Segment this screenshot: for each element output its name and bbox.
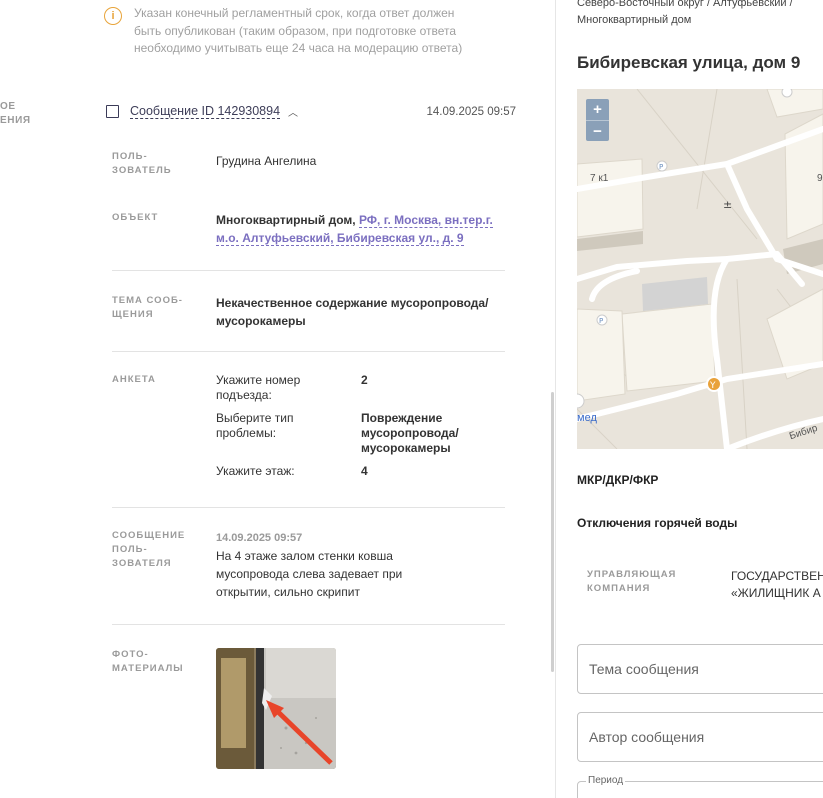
- object-value: Многоквартирный дом, РФ, г. Москва, вн.т…: [216, 211, 496, 247]
- author-input[interactable]: Автор сообщения: [577, 712, 823, 762]
- user-message-label: СООБЩЕНИЕ ПОЛЬ- ЗОВАТЕЛЯ: [112, 530, 186, 569]
- map[interactable]: P P ± Y + − 7 к1 9 Бибир мед: [577, 89, 823, 449]
- svg-text:±: ±: [723, 198, 732, 211]
- survey-label: АНКЕТА: [112, 374, 156, 385]
- svg-text:P: P: [659, 163, 663, 171]
- user-message-text: На 4 этаже залом стенки ковша мусопровод…: [216, 549, 403, 599]
- zoom-in-button[interactable]: +: [586, 99, 609, 120]
- company-label: УПРАВЛЯЮЩАЯ КОМПАНИЯ: [587, 569, 677, 594]
- period-field[interactable]: Период: [577, 775, 823, 798]
- object-type: Многоквартирный дом,: [216, 213, 356, 227]
- message-id-toggle[interactable]: Сообщение ID 142930894: [130, 104, 281, 119]
- scrollbar[interactable]: [551, 392, 554, 672]
- address-title: Бибиревская улица, дом 9: [577, 53, 801, 72]
- company-value: ГОСУДАРСТВЕН «ЖИЛИЩНИК А: [731, 568, 823, 602]
- company-value-line-1: ГОСУДАРСТВЕН: [731, 569, 823, 583]
- clipped-side-label: ОЕ ЕНИЯ: [0, 100, 31, 128]
- message-header: Сообщение ID 142930894 ︿ 14.09.2025 09:5…: [106, 104, 516, 119]
- topic-field: ТЕМА СООБ- ЩЕНИЯ Некачественное содержан…: [112, 294, 505, 330]
- mkr-section-title: МКР/ДКР/ФКР: [577, 473, 659, 487]
- hot-water-section-title: Отключения горячей воды: [577, 516, 738, 530]
- map-building-label: 7 к1: [590, 173, 609, 184]
- company-field: УПРАВЛЯЮЩАЯ КОМПАНИЯ ГОСУДАРСТВЕН «ЖИЛИЩ…: [587, 568, 823, 602]
- survey-question: Выберите тип проблемы:: [216, 411, 294, 440]
- clipped-label-line-1: ОЕ: [0, 101, 16, 112]
- survey-question: Укажите этаж:: [216, 464, 295, 478]
- message-date: 14.09.2025 09:57: [426, 105, 516, 118]
- zoom-out-button[interactable]: −: [586, 120, 609, 141]
- survey-field: АНКЕТА Укажите номер подъезда: 2 Выберит…: [112, 373, 505, 479]
- map-attribution-link[interactable]: мед: [577, 412, 597, 424]
- topic-value: Некачественное содержание мусоропровода/…: [216, 296, 489, 328]
- object-label: ОБЪЕКТ: [112, 212, 159, 223]
- photo-field: ФОТО- МАТЕРИАЛЫ: [112, 648, 505, 769]
- message-checkbox[interactable]: [106, 105, 119, 118]
- topic-input[interactable]: Тема сообщения: [577, 644, 823, 694]
- separator: [112, 351, 505, 352]
- clipped-label-line-2: ЕНИЯ: [0, 115, 31, 126]
- deadline-notice: i Указан конечный регламентный срок, ког…: [104, 5, 464, 58]
- topic-label: ТЕМА СООБ- ЩЕНИЯ: [112, 295, 183, 320]
- user-field: ПОЛЬ- ЗОВАТЕЛЬ Грудина Ангелина: [112, 150, 505, 178]
- separator: [112, 624, 505, 625]
- map-zoom-controls: + −: [586, 99, 609, 141]
- survey-answer: 2: [361, 373, 368, 387]
- user-message-field: СООБЩЕНИЕ ПОЛЬ- ЗОВАТЕЛЯ 14.09.2025 09:5…: [112, 529, 505, 601]
- chevron-up-icon[interactable]: ︿: [288, 104, 298, 119]
- separator: [112, 270, 505, 271]
- period-label: Период: [586, 775, 626, 786]
- company-value-line-2: «ЖИЛИЩНИК А: [731, 586, 821, 600]
- svg-text:Y: Y: [709, 381, 716, 391]
- author-input-placeholder: Автор сообщения: [589, 729, 705, 745]
- info-icon: i: [104, 7, 122, 25]
- panel-divider: [555, 0, 556, 798]
- notice-text: Указан конечный регламентный срок, когда…: [134, 6, 463, 55]
- separator: [112, 507, 505, 508]
- topic-input-placeholder: Тема сообщения: [589, 661, 699, 677]
- user-value: Грудина Ангелина: [216, 154, 317, 168]
- user-message-timestamp: 14.09.2025 09:57: [216, 532, 303, 544]
- survey-answer: Повреждение мусоропровода/ мусорокамеры: [361, 411, 459, 455]
- user-label: ПОЛЬ- ЗОВАТЕЛЬ: [112, 151, 172, 176]
- survey-answer: 4: [361, 464, 368, 478]
- breadcrumb-line-1: Северо-Восточный округ / Алтуфьевский /: [577, 0, 793, 9]
- user-message-body: 14.09.2025 09:57 На 4 этаже залом стенки…: [216, 529, 426, 601]
- breadcrumb: Северо-Восточный округ / Алтуфьевский / …: [577, 0, 793, 29]
- photo-thumbnail[interactable]: [216, 648, 336, 769]
- breadcrumb-line-2: Многоквартирный дом: [577, 14, 692, 26]
- survey-question: Укажите номер подъезда:: [216, 373, 301, 402]
- svg-text:P: P: [599, 317, 603, 325]
- photo-label: ФОТО- МАТЕРИАЛЫ: [112, 649, 184, 674]
- object-field: ОБЪЕКТ Многоквартирный дом, РФ, г. Москв…: [112, 211, 505, 247]
- map-edge-label: 9: [817, 173, 823, 184]
- survey-table: Укажите номер подъезда: 2 Выберите тип п…: [216, 373, 511, 479]
